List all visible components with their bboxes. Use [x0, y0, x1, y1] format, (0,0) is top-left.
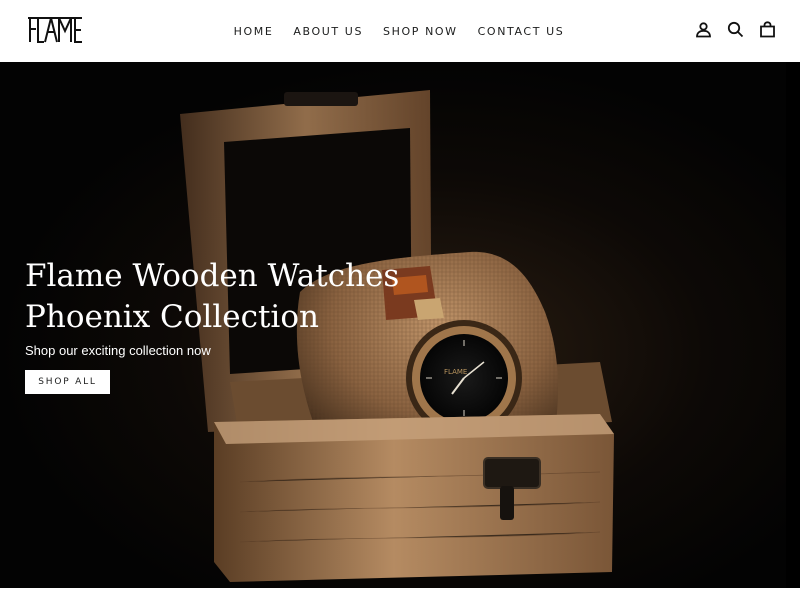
hero-subtitle: Shop our exciting collection now	[25, 343, 211, 358]
hero-content: Flame Wooden Watches Phoenix Collection …	[25, 256, 445, 394]
site-header: HOME ABOUT US SHOP NOW CONTACT US	[0, 0, 800, 62]
nav-item-shop-now[interactable]: SHOP NOW	[383, 25, 458, 38]
hero-banner: FLAME Flame Wooden Watches Phoenix Colle…	[0, 62, 800, 588]
hero-title-line-2: Phoenix Collection	[25, 299, 319, 335]
watch-dial-brand: FLAME	[444, 368, 467, 376]
main-nav: HOME ABOUT US SHOP NOW CONTACT US	[0, 0, 800, 62]
hero-title-line-1: Flame Wooden Watches	[25, 258, 400, 294]
hero-title: Flame Wooden Watches Phoenix Collection	[25, 256, 445, 338]
page-bottom-strip	[0, 588, 800, 600]
user-icon[interactable]	[695, 21, 712, 38]
search-icon[interactable]	[727, 21, 744, 38]
nav-item-home[interactable]: HOME	[234, 25, 274, 38]
nav-item-contact-us[interactable]: CONTACT US	[478, 25, 565, 38]
nav-item-about-us[interactable]: ABOUT US	[293, 25, 363, 38]
cart-icon[interactable]	[759, 21, 776, 38]
shop-all-button[interactable]: SHOP ALL	[25, 370, 110, 394]
header-icons	[695, 21, 776, 38]
